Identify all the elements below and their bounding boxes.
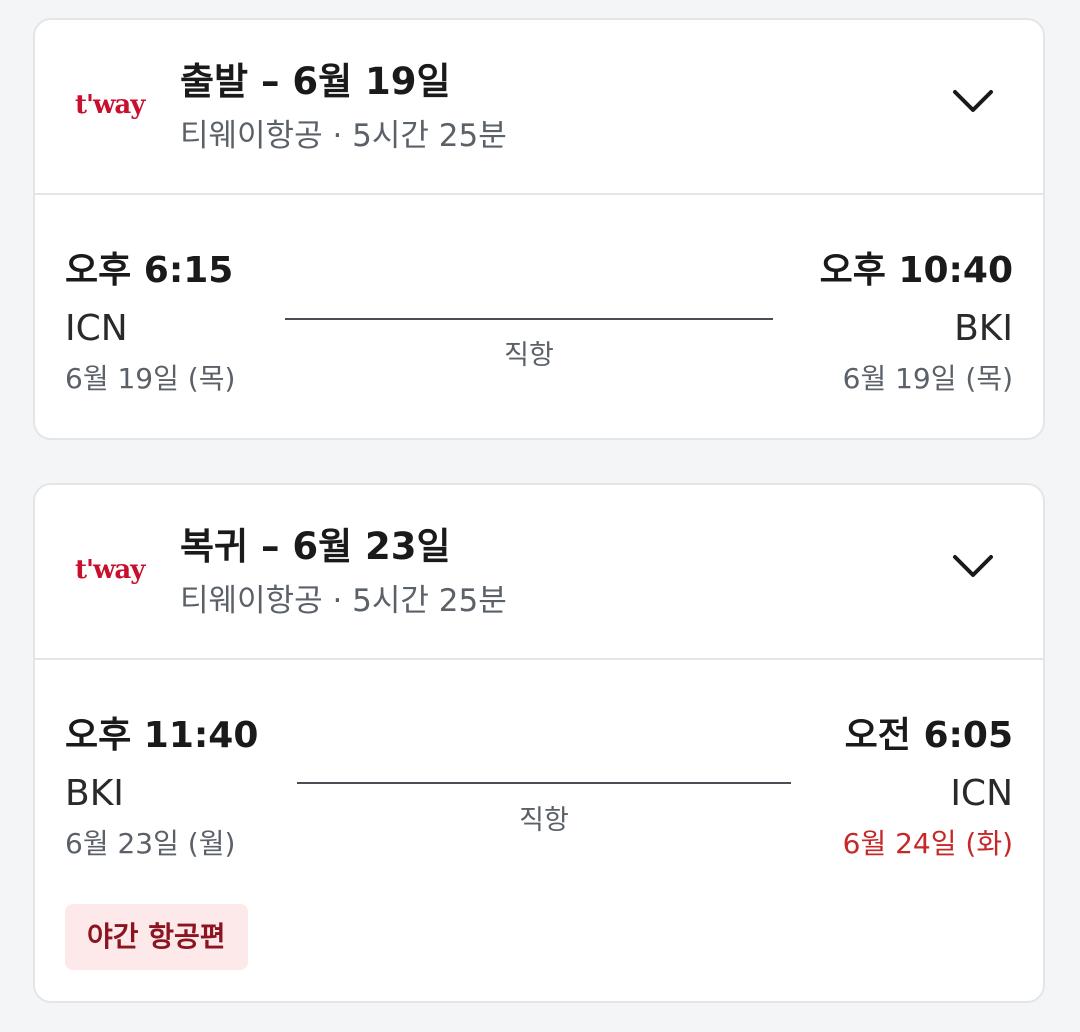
arrival-date: 6월 19일 (목): [842, 362, 1013, 395]
route-label: 직항: [519, 805, 569, 836]
arrival-date-next-day: 6월 24일 (화): [842, 827, 1013, 860]
departure-airport-code: BKI: [65, 773, 124, 814]
arrival-time: 오전 6:05: [844, 715, 1013, 756]
arrival-airport-code: ICN: [950, 773, 1013, 814]
route-label: 직항: [504, 340, 554, 371]
tway-logo: t'way: [75, 88, 145, 122]
route-line: [285, 318, 773, 320]
outbound-card-header[interactable]: t'way 출발 – 6월 19일 티웨이항공 · 5시간 25분: [35, 20, 1043, 195]
departure-time: 오후 11:40: [65, 715, 259, 756]
tway-logo-text: t'way: [75, 90, 145, 120]
departure-date: 6월 19일 (목): [65, 362, 236, 395]
departure-date: 6월 23일 (월): [65, 827, 236, 860]
chevron-down-icon[interactable]: [951, 551, 995, 581]
route-line: [297, 782, 791, 784]
return-flight-card: t'way 복귀 – 6월 23일 티웨이항공 · 5시간 25분 오후 11:…: [33, 483, 1045, 1003]
overnight-flight-badge: 야간 항공편: [65, 904, 248, 970]
return-title: 복귀 – 6월 23일: [180, 525, 451, 568]
return-card-header[interactable]: t'way 복귀 – 6월 23일 티웨이항공 · 5시간 25분: [35, 485, 1043, 660]
chevron-down-icon[interactable]: [951, 86, 995, 116]
return-subtitle: 티웨이항공 · 5시간 25분: [180, 583, 507, 619]
departure-airport-code: ICN: [65, 308, 128, 349]
tway-logo-text: t'way: [75, 555, 145, 585]
tway-logo: t'way: [75, 553, 145, 587]
departure-time: 오후 6:15: [65, 250, 234, 291]
outbound-subtitle: 티웨이항공 · 5시간 25분: [180, 118, 507, 154]
outbound-title: 출발 – 6월 19일: [180, 60, 451, 103]
arrival-airport-code: BKI: [954, 308, 1013, 349]
outbound-flight-card: t'way 출발 – 6월 19일 티웨이항공 · 5시간 25분 오후 6:1…: [33, 18, 1045, 440]
arrival-time: 오후 10:40: [819, 250, 1013, 291]
